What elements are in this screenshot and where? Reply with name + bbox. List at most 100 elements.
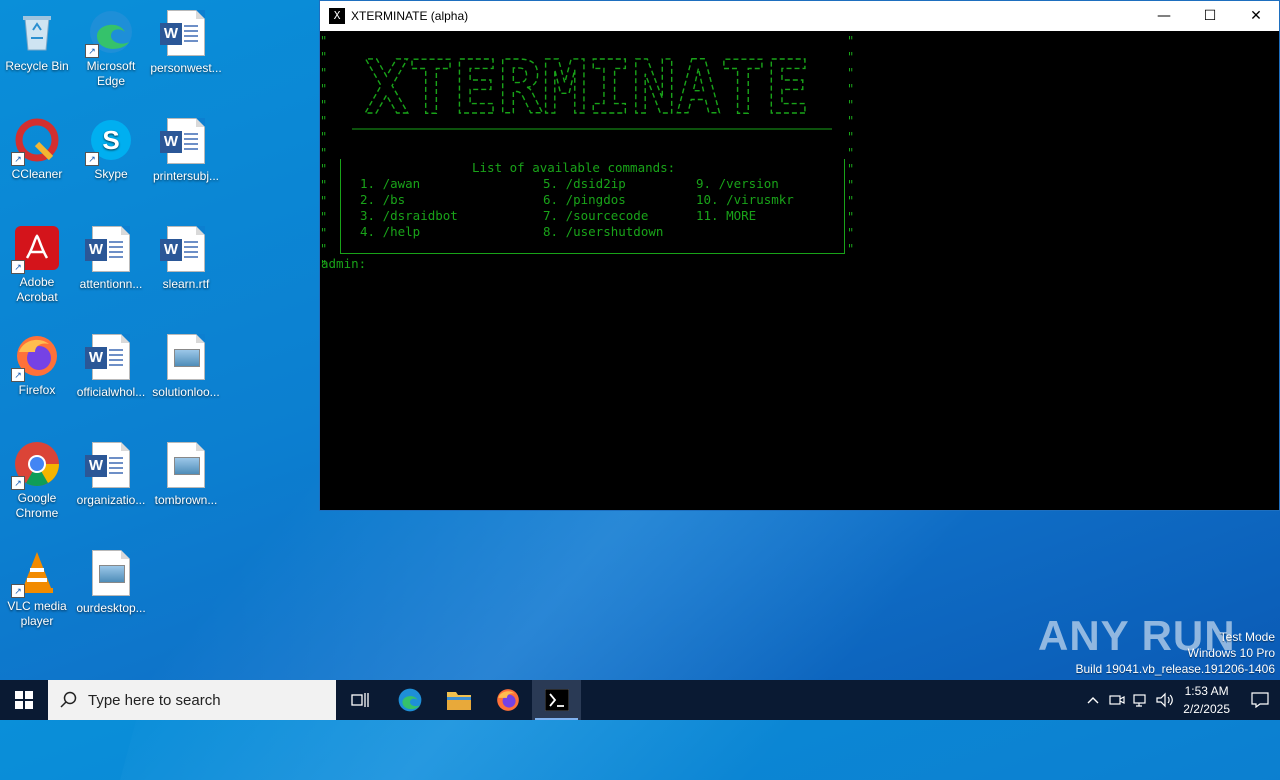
command-item: 11. MORE	[696, 208, 757, 223]
desktop-icon-officialwhol-doc[interactable]: W officialwhol...	[74, 332, 148, 400]
shortcut-arrow-icon: ↗	[11, 152, 25, 166]
desktop-icon-recycle-bin[interactable]: Recycle Bin	[0, 8, 74, 74]
icon-label: Firefox	[18, 383, 56, 397]
chevron-up-icon	[1087, 697, 1099, 704]
close-button[interactable]: ✕	[1233, 1, 1279, 31]
speaker-icon	[1156, 692, 1174, 708]
taskbar: Type here to search 1:53 AM 2/2/2025	[0, 680, 1280, 720]
icon-label: Microsoft Edge	[86, 59, 136, 88]
clock-time: 1:53 AM	[1184, 684, 1229, 698]
taskbar-firefox[interactable]	[483, 680, 532, 720]
windows-edition-label: Windows 10 Pro	[1187, 646, 1275, 660]
terminal-window[interactable]: X XTERMINATE (alpha) — ☐ ✕ " " " " " " "…	[319, 0, 1280, 511]
task-view-icon	[350, 693, 369, 707]
shortcut-arrow-icon: ↗	[11, 368, 25, 382]
edge-icon	[398, 688, 421, 712]
shortcut-arrow-icon: ↗	[85, 44, 99, 58]
desktop-icon-skype[interactable]: S ↗ Skype	[74, 116, 148, 182]
icon-label: VLC media player	[7, 599, 67, 628]
command-item: 2. /bs	[360, 192, 406, 207]
icon-label: CCleaner	[11, 167, 63, 181]
icon-label: organizatio...	[76, 493, 146, 507]
minimize-button[interactable]: —	[1141, 1, 1187, 31]
image-file-icon	[87, 550, 135, 598]
build-label: Build 19041.vb_release.191206-1406	[1075, 662, 1276, 676]
firefox-icon	[496, 689, 519, 711]
taskbar-search-box[interactable]: Type here to search	[48, 680, 336, 720]
network-button[interactable]	[1129, 680, 1153, 720]
desktop-icon-printersubj-doc[interactable]: W printersubj...	[149, 116, 223, 184]
shortcut-arrow-icon: ↗	[11, 584, 25, 598]
shortcut-arrow-icon: ↗	[11, 476, 25, 490]
windows-logo-icon	[15, 691, 33, 709]
taskbar-edge[interactable]	[385, 680, 434, 720]
desktop-icon-solutionloo-image[interactable]: solutionloo...	[149, 332, 223, 400]
taskbar-xterminate[interactable]	[532, 680, 581, 720]
icon-label: attentionn...	[79, 277, 143, 291]
maximize-button[interactable]: ☐	[1187, 1, 1233, 31]
desktop-icon-attention-doc[interactable]: W attentionn...	[74, 224, 148, 292]
desktop-icon-organizatio-doc[interactable]: W organizatio...	[74, 440, 148, 508]
word-document-icon: W	[160, 10, 210, 58]
show-hidden-icons-button[interactable]	[1081, 680, 1105, 720]
task-view-button[interactable]	[336, 680, 385, 720]
clock-date: 2/2/2025	[1183, 702, 1230, 716]
icon-label: Adobe Acrobat	[16, 275, 58, 304]
desktop-icon-ccleaner[interactable]: ↗ CCleaner	[0, 116, 74, 182]
command-item: 10. /virusmkr	[696, 192, 794, 207]
window-title: XTERMINATE (alpha)	[351, 9, 469, 23]
command-item: 7. /sourcecode	[543, 208, 649, 223]
desktop-icon-google-chrome[interactable]: ↗ Google Chrome	[0, 440, 74, 521]
banner-text: XTERMINATE	[364, 45, 810, 131]
recycle-bin-icon	[13, 8, 61, 56]
system-info: Test Mode Windows 10 Pro Build 19041.vb_…	[1076, 629, 1276, 677]
command-item: 3. /dsraidbot	[360, 208, 458, 223]
camera-icon	[1109, 695, 1125, 705]
command-item: 8. /usershutdown	[543, 224, 664, 239]
taskbar-clock[interactable]: 1:53 AM 2/2/2025	[1183, 682, 1230, 718]
search-placeholder: Type here to search	[88, 691, 221, 709]
taskbar-file-explorer[interactable]	[434, 680, 483, 720]
terminal-console[interactable]: " " " " " " " " " " " " " " " " " " " " …	[320, 31, 1279, 510]
icon-label: personwest...	[150, 61, 222, 75]
notification-icon	[1251, 692, 1269, 708]
icon-label: tombrown...	[154, 493, 218, 507]
desktop-icon-microsoft-edge[interactable]: ↗ Microsoft Edge	[74, 8, 148, 89]
vlc-cone-icon: ↗	[11, 548, 61, 598]
start-button[interactable]	[0, 680, 48, 720]
desktop-icon-ourdesktop-image[interactable]: ourdesktop...	[74, 548, 148, 616]
adobe-acrobat-icon: ↗	[11, 224, 61, 274]
desktop-icon-firefox[interactable]: ↗ Firefox	[0, 332, 74, 398]
word-document-icon: W	[160, 226, 210, 274]
icon-label: solutionloo...	[152, 385, 220, 399]
ascii-border-left: " " " " " " " " " " " " " " "	[320, 34, 328, 272]
word-document-icon: W	[160, 118, 210, 166]
search-icon	[60, 691, 77, 708]
command-item: 1. /awan	[360, 176, 421, 191]
ccleaner-icon: ↗	[11, 116, 61, 166]
svg-text:S: S	[102, 125, 119, 155]
test-mode-label: Test Mode	[1219, 630, 1275, 644]
window-titlebar[interactable]: X XTERMINATE (alpha) — ☐ ✕	[320, 1, 1279, 31]
icon-label: ourdesktop...	[76, 601, 146, 615]
icon-label: slearn.rtf	[162, 277, 210, 291]
icon-label: Google Chrome	[15, 491, 59, 520]
meet-now-button[interactable]	[1105, 680, 1129, 720]
volume-button[interactable]	[1153, 680, 1177, 720]
chrome-icon: ↗	[11, 440, 61, 490]
word-document-icon: W	[85, 226, 135, 274]
desktop-icon-personwest-doc[interactable]: W personwest...	[149, 8, 223, 76]
icon-label: Skype	[94, 167, 128, 181]
system-tray: 1:53 AM 2/2/2025	[1081, 680, 1280, 720]
desktop-icon-tombrown-image[interactable]: tombrown...	[149, 440, 223, 508]
icon-label: Recycle Bin	[5, 59, 69, 73]
command-item: 4. /help	[360, 224, 421, 239]
firefox-icon: ↗	[11, 332, 61, 382]
desktop-icon-vlc[interactable]: ↗ VLC media player	[0, 548, 74, 629]
notification-center-button[interactable]	[1240, 680, 1280, 720]
network-icon	[1133, 694, 1146, 707]
desktop-icon-adobe-acrobat[interactable]: ↗ Adobe Acrobat	[0, 224, 74, 305]
desktop-icon-slearn-rtf[interactable]: W slearn.rtf	[149, 224, 223, 292]
command-prompt[interactable]: admin:	[321, 256, 366, 272]
word-document-icon: W	[85, 334, 135, 382]
